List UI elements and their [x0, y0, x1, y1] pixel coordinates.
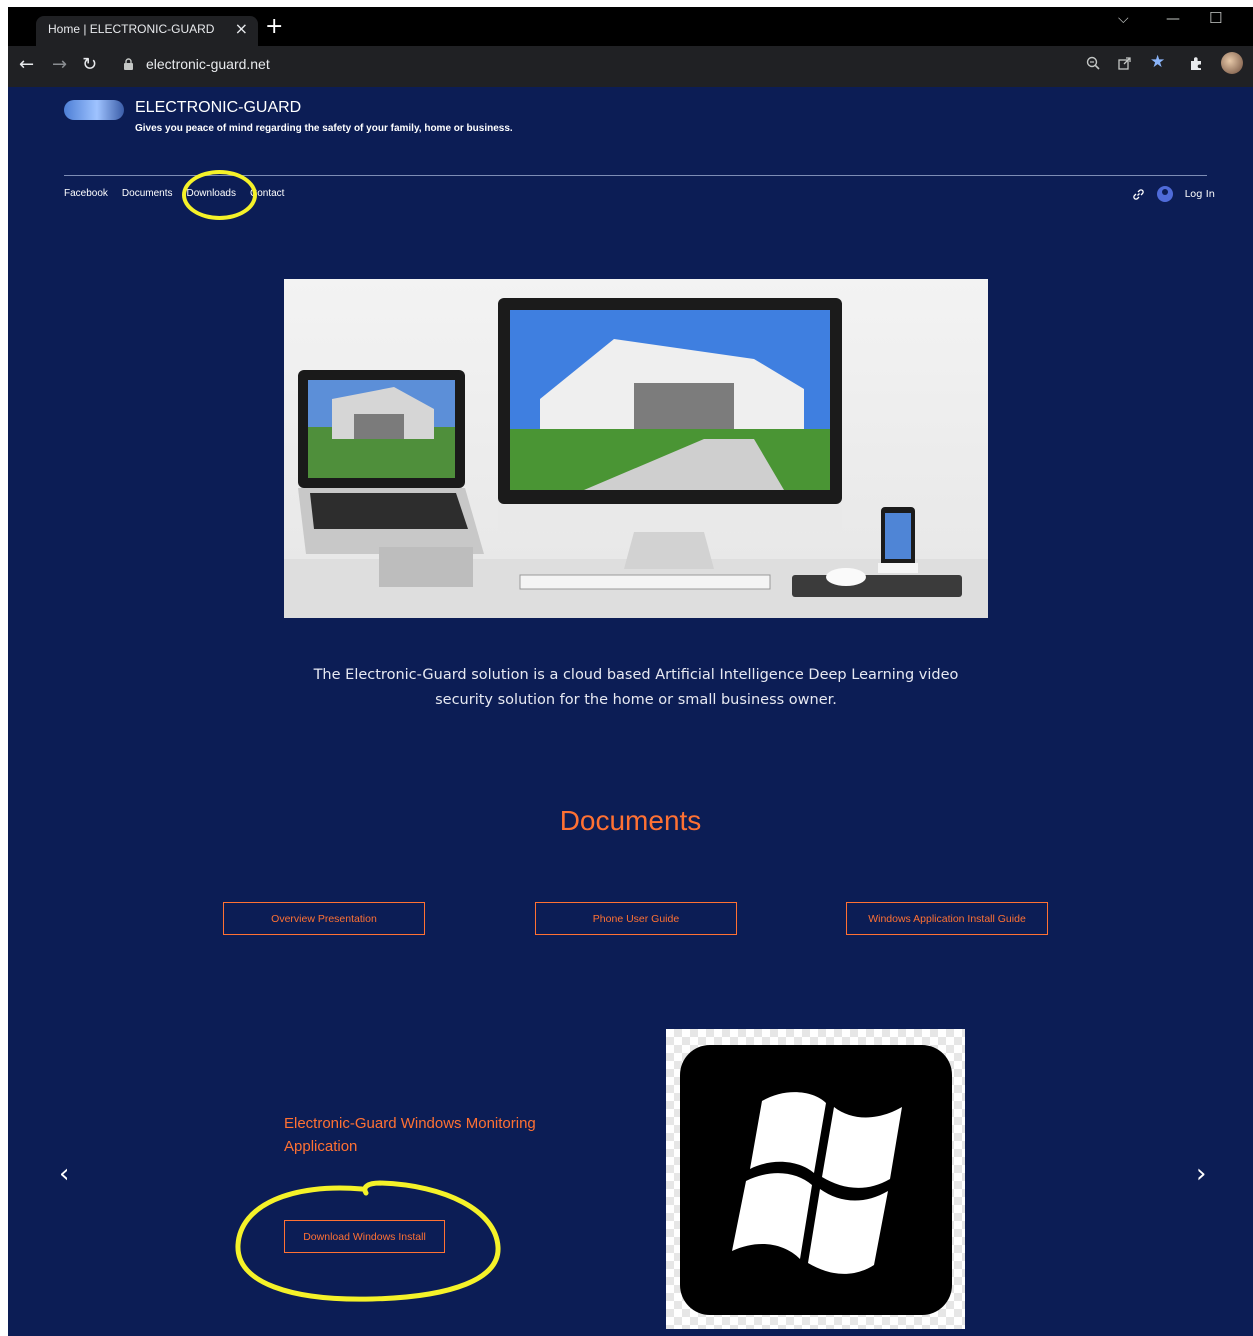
windows-install-guide-button[interactable]: Windows Application Install Guide	[846, 902, 1048, 935]
forward-arrow-icon[interactable]: →	[52, 54, 67, 76]
star-icon[interactable]: ★	[1150, 52, 1165, 72]
zoom-icon[interactable]	[1086, 56, 1100, 70]
lock-icon	[124, 58, 133, 70]
overview-presentation-button[interactable]: Overview Presentation	[223, 902, 425, 935]
nav-item-facebook[interactable]: Facebook	[64, 188, 108, 199]
minimize-icon[interactable]: —	[1166, 11, 1180, 27]
maximize-icon[interactable]: ☐	[1209, 9, 1222, 27]
share-icon[interactable]	[1118, 56, 1132, 70]
browser-toolbar: ← → ↻ electronic-guard.net ★	[8, 46, 1253, 87]
tab-search-icon[interactable]: ⌵	[1118, 11, 1129, 27]
address-bar[interactable]: electronic-guard.net	[114, 52, 1240, 80]
profile-avatar-icon[interactable]	[1221, 52, 1243, 74]
tab-strip: Home | ELECTRONIC-GUARD × + ⌵ — ☐	[8, 7, 1253, 46]
nav-right: Log In	[1132, 186, 1215, 202]
site-title[interactable]: ELECTRONIC-GUARD	[135, 99, 301, 117]
documents-heading: Documents	[559, 805, 702, 836]
new-tab-button[interactable]: +	[265, 15, 283, 39]
link-icon[interactable]	[1132, 188, 1145, 201]
site-tagline: Gives you peace of mind regarding the sa…	[135, 123, 513, 134]
user-icon[interactable]	[1156, 186, 1173, 202]
tab-close-icon[interactable]: ×	[235, 19, 248, 38]
phone-user-guide-button[interactable]: Phone User Guide	[535, 902, 737, 935]
slide-next-arrow[interactable]: ›	[1196, 1159, 1206, 1189]
nav-item-documents[interactable]: Documents	[122, 188, 173, 199]
solution-description: The Electronic-Guard solution is a cloud…	[313, 667, 959, 708]
download-highlight-scribble	[235, 1180, 501, 1302]
slide-title: Electronic-Guard Windows Monitoring Appl…	[284, 1115, 536, 1155]
windows-icon	[680, 1045, 952, 1315]
back-arrow-icon[interactable]: ←	[19, 54, 34, 76]
browser-tab[interactable]: Home | ELECTRONIC-GUARD ×	[36, 16, 258, 46]
slide-prev-arrow[interactable]: ‹	[59, 1159, 69, 1189]
downloads-highlight-circle	[182, 170, 257, 220]
website: ELECTRONIC-GUARD Gives you peace of mind…	[8, 87, 1253, 1336]
tab-title: Home | ELECTRONIC-GUARD	[48, 22, 215, 36]
windows-logo-image	[666, 1029, 965, 1329]
site-logo[interactable]	[64, 100, 124, 120]
browser-window: Home | ELECTRONIC-GUARD × + ⌵ — ☐ ← → ↻ …	[8, 7, 1253, 1336]
devices-illustration	[284, 298, 988, 618]
extensions-icon[interactable]	[1189, 56, 1204, 71]
hero-image	[284, 279, 988, 618]
url-text: electronic-guard.net	[146, 56, 270, 72]
reload-icon[interactable]: ↻	[82, 54, 97, 76]
login-link[interactable]: Log In	[1185, 189, 1215, 200]
